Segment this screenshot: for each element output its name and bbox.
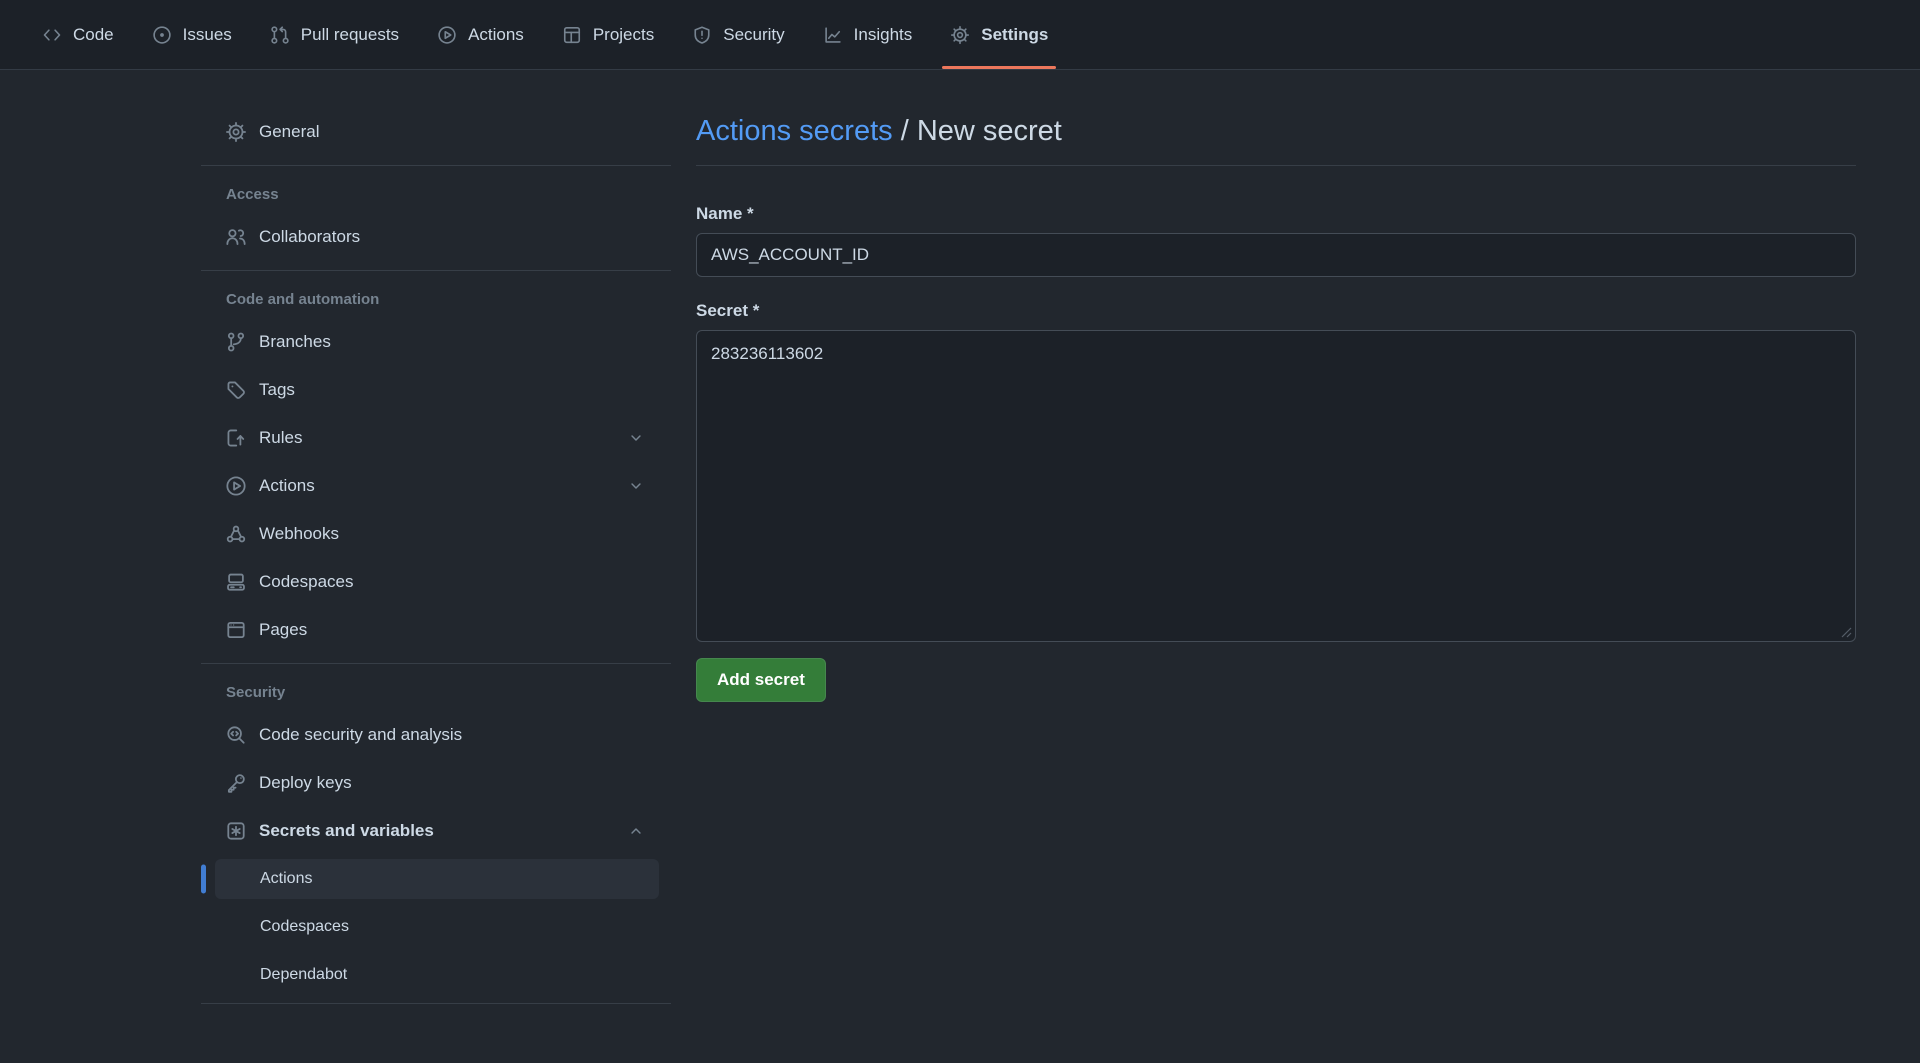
- code-scan-icon: [225, 724, 247, 746]
- sidebar-item-label: Deploy keys: [259, 773, 352, 793]
- git-branch-icon: [225, 331, 247, 353]
- secrets-asterisk-icon: [225, 820, 247, 842]
- tab-projects[interactable]: Projects: [550, 0, 666, 69]
- sidebar-item-code-security[interactable]: Code security and analysis: [201, 715, 671, 755]
- breadcrumb-actions-secrets-link[interactable]: Actions secrets: [696, 115, 893, 147]
- divider: [201, 270, 671, 271]
- tab-pull-requests[interactable]: Pull requests: [258, 0, 411, 69]
- name-field-label: Name *: [696, 204, 1856, 224]
- sidebar-item-codespaces[interactable]: Codespaces: [201, 562, 671, 602]
- sidebar-subitem-label: Dependabot: [260, 966, 347, 984]
- project-icon: [562, 25, 582, 45]
- tab-label: Projects: [593, 25, 654, 45]
- graph-icon: [823, 25, 843, 45]
- webhook-icon: [225, 523, 247, 545]
- codespaces-icon: [225, 571, 247, 593]
- gear-icon: [950, 25, 970, 45]
- sidebar-item-label: Actions: [259, 476, 315, 496]
- tag-icon: [225, 379, 247, 401]
- tab-label: Actions: [468, 25, 524, 45]
- active-item-indicator: [201, 865, 206, 894]
- sidebar-item-label: Pages: [259, 620, 307, 640]
- tab-security[interactable]: Security: [680, 0, 796, 69]
- issue-opened-icon: [152, 25, 172, 45]
- secret-value-textarea[interactable]: 283236113602: [696, 330, 1856, 642]
- sidebar-item-label: Code security and analysis: [259, 725, 462, 745]
- repo-tab-bar: Code Issues Pull requests Actions Projec…: [0, 0, 1920, 70]
- sidebar-subitem-actions[interactable]: Actions: [201, 859, 671, 899]
- sidebar-item-label: Branches: [259, 332, 331, 352]
- browser-icon: [225, 619, 247, 641]
- sidebar-item-label: Rules: [259, 428, 302, 448]
- sidebar-section-security: Security: [201, 677, 671, 707]
- gear-icon: [225, 121, 247, 143]
- sidebar-item-branches[interactable]: Branches: [201, 322, 671, 362]
- sidebar-item-deploy-keys[interactable]: Deploy keys: [201, 763, 671, 803]
- secret-value-wrapper: 283236113602: [696, 330, 1856, 642]
- divider: [696, 165, 1856, 166]
- chevron-up-icon: [627, 822, 645, 840]
- page-title: Actions secrets / New secret: [696, 112, 1856, 150]
- tab-settings[interactable]: Settings: [938, 0, 1060, 69]
- sidebar-item-label: Codespaces: [259, 572, 354, 592]
- tab-insights[interactable]: Insights: [811, 0, 925, 69]
- sidebar-item-label: Webhooks: [259, 524, 339, 544]
- sidebar-subitem-label: Codespaces: [260, 918, 349, 936]
- tab-label: Insights: [854, 25, 913, 45]
- sidebar-item-general[interactable]: General: [201, 112, 671, 152]
- sidebar-item-tags[interactable]: Tags: [201, 370, 671, 410]
- sidebar-subitem-codespaces[interactable]: Codespaces: [201, 907, 671, 947]
- divider: [201, 663, 671, 664]
- play-icon: [437, 25, 457, 45]
- secret-field-label: Secret *: [696, 301, 1856, 321]
- sidebar-item-collaborators[interactable]: Collaborators: [201, 217, 671, 257]
- sidebar-item-webhooks[interactable]: Webhooks: [201, 514, 671, 554]
- breadcrumb-current: New secret: [917, 115, 1062, 147]
- tab-label: Code: [73, 25, 114, 45]
- divider: [201, 165, 671, 166]
- new-secret-form: Actions secrets / New secret Name * Secr…: [696, 70, 1856, 702]
- sidebar-item-label: Secrets and variables: [259, 821, 434, 841]
- shield-icon: [692, 25, 712, 45]
- sidebar-item-label: Collaborators: [259, 227, 360, 247]
- sidebar-section-access: Access: [201, 179, 671, 209]
- sidebar-subitem-dependabot[interactable]: Dependabot: [201, 955, 671, 995]
- sidebar-section-code-and-automation: Code and automation: [201, 284, 671, 314]
- sidebar-item-rules[interactable]: Rules: [201, 418, 671, 458]
- chevron-down-icon: [627, 477, 645, 495]
- tab-label: Pull requests: [301, 25, 399, 45]
- sidebar-item-label: Tags: [259, 380, 295, 400]
- sidebar-item-secrets-and-variables[interactable]: Secrets and variables: [201, 811, 671, 851]
- secret-name-input[interactable]: [696, 233, 1856, 277]
- rules-icon: [225, 427, 247, 449]
- people-icon: [225, 226, 247, 248]
- sidebar-item-actions[interactable]: Actions: [201, 466, 671, 506]
- sidebar-item-pages[interactable]: Pages: [201, 610, 671, 650]
- chevron-down-icon: [627, 429, 645, 447]
- sidebar-item-label: General: [259, 122, 319, 142]
- git-pull-request-icon: [270, 25, 290, 45]
- tab-actions[interactable]: Actions: [425, 0, 536, 69]
- tab-code[interactable]: Code: [30, 0, 126, 69]
- add-secret-button[interactable]: Add secret: [696, 658, 826, 702]
- code-icon: [42, 25, 62, 45]
- tab-label: Issues: [183, 25, 232, 45]
- tab-label: Security: [723, 25, 784, 45]
- tab-issues[interactable]: Issues: [140, 0, 244, 69]
- key-icon: [225, 772, 247, 794]
- sidebar-subitem-label: Actions: [260, 870, 312, 888]
- breadcrumb-separator: /: [893, 115, 917, 147]
- divider: [201, 1003, 671, 1004]
- settings-sidebar: General Access Collaborators Code and au…: [201, 70, 671, 1017]
- tab-label: Settings: [981, 25, 1048, 45]
- play-icon: [225, 475, 247, 497]
